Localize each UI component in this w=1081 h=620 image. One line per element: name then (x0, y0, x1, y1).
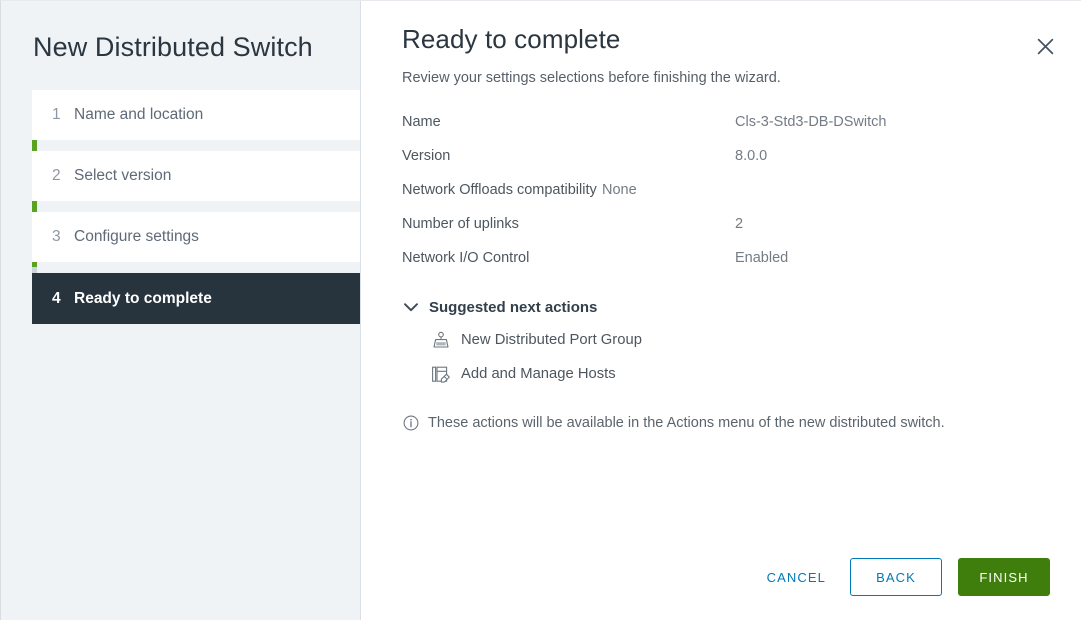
wizard-steps: 1 Name and location 2 Select version 3 C… (1, 90, 360, 324)
action-label: Add and Manage Hosts (461, 366, 616, 382)
summary-key: Network I/O Control (402, 250, 530, 266)
summary-key: Version (402, 148, 451, 164)
wizard-footer: CANCEL BACK FINISH (361, 534, 1081, 620)
action-new-distributed-port-group[interactable]: New Distributed Port Group (430, 329, 642, 351)
wizard-sidebar: New Distributed Switch 1 Name and locati… (1, 1, 361, 620)
summary-value: None (602, 182, 637, 198)
page-subtitle: Review your settings selections before f… (402, 70, 781, 86)
step-label: Ready to complete (74, 289, 212, 307)
step-number: 4 (52, 289, 61, 307)
summary-value: 8.0.0 (735, 148, 768, 164)
step-number: 3 (52, 228, 61, 245)
content-header: Ready to complete Review your settings s… (361, 1, 1081, 87)
suggested-actions-toggle[interactable]: Suggested next actions (402, 298, 597, 316)
new-distributed-switch-wizard: New Distributed Switch 1 Name and locati… (0, 0, 1081, 620)
cancel-button[interactable]: CANCEL (755, 561, 838, 594)
distributed-port-group-icon (430, 329, 452, 351)
action-label: New Distributed Port Group (461, 332, 642, 348)
finish-button[interactable]: FINISH (958, 558, 1050, 596)
summary-value: Enabled (735, 250, 789, 266)
close-icon (1036, 37, 1055, 56)
step-number: 2 (52, 167, 61, 184)
wizard-content: Ready to complete Review your settings s… (361, 1, 1081, 620)
summary-row: Network Offloads compatibility None (402, 181, 1081, 200)
sidebar-step-ready-to-complete[interactable]: 4 Ready to complete (32, 273, 360, 324)
summary-row: Name Cls-3-Std3-DB-DSwitch (402, 113, 1081, 132)
note-text: These actions will be available in the A… (428, 415, 945, 431)
summary-row: Number of uplinks 2 (402, 215, 1081, 234)
suggested-next-actions: Suggested next actions New Distributed P… (361, 298, 1081, 385)
suggested-actions-note: These actions will be available in the A… (361, 413, 1081, 433)
summary-row: Network I/O Control Enabled (402, 249, 1081, 268)
summary-key: Network Offloads compatibility (402, 182, 597, 198)
summary-key: Number of uplinks (402, 216, 519, 232)
action-add-and-manage-hosts[interactable]: Add and Manage Hosts (430, 363, 616, 385)
add-manage-hosts-icon (430, 363, 452, 385)
summary-row: Version 8.0.0 (402, 147, 1081, 166)
summary-value: 2 (735, 216, 744, 232)
sidebar-step-configure-settings[interactable]: 3 Configure settings (32, 212, 360, 262)
close-button[interactable] (1031, 32, 1059, 60)
page-title: Ready to complete (402, 24, 621, 54)
summary-value: Cls-3-Std3-DB-DSwitch (735, 114, 887, 130)
summary-key: Name (402, 114, 441, 130)
sidebar-step-name-and-location[interactable]: 1 Name and location (32, 90, 360, 140)
suggested-actions-title: Suggested next actions (429, 298, 598, 316)
settings-summary: Name Cls-3-Std3-DB-DSwitch Version 8.0.0… (361, 113, 1081, 268)
chevron-down-icon (402, 298, 420, 316)
wizard-title: New Distributed Switch (33, 32, 313, 62)
info-circle-icon (402, 414, 420, 432)
suggested-actions-list: New Distributed Port Group Add and Manag… (402, 329, 1081, 385)
step-label: Configure settings (74, 228, 199, 245)
step-label: Select version (74, 167, 172, 184)
step-number: 1 (52, 106, 61, 123)
back-button[interactable]: BACK (850, 558, 942, 596)
sidebar-step-select-version[interactable]: 2 Select version (32, 151, 360, 201)
step-label: Name and location (74, 106, 204, 123)
